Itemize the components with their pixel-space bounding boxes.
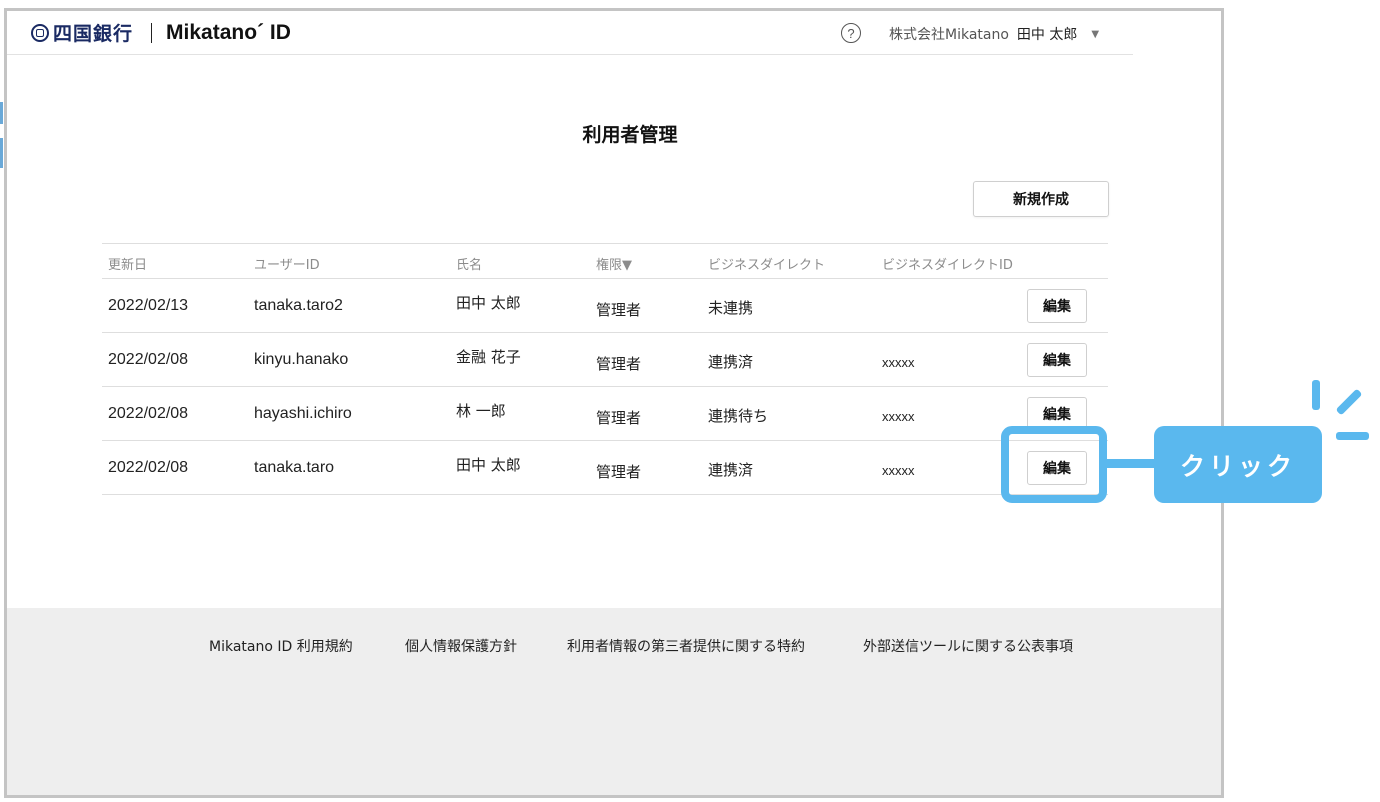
column-header-business-direct-id: ビジネスダイレクトID [882, 258, 1013, 273]
bank-logo-icon [31, 23, 49, 42]
cell-business-direct-id: xxxxx [882, 409, 915, 424]
cell-name: 田中 太郎 [456, 294, 521, 312]
cell-user-id: kinyu.hanako [254, 351, 349, 368]
click-callout: クリック [1154, 426, 1322, 503]
table-row: 2022/02/08 tanaka.taro 田中 太郎 管理者 連携済 xxx… [102, 441, 1108, 495]
cell-date: 2022/02/08 [108, 351, 189, 368]
account-menu[interactable]: 株式会社Mikatano 田中 太郎 ▼ [889, 24, 1099, 44]
cell-user-id: tanaka.taro2 [254, 297, 343, 314]
header-bar: 四国銀行 Mikatano´ ID ? 株式会社Mikatano 田中 太郎 ▼ [7, 11, 1133, 55]
column-header-date: 更新日 [108, 258, 148, 273]
brand[interactable]: 四国銀行 Mikatano´ ID [31, 19, 291, 46]
user-table: 更新日 ユーザーID 氏名 権限▼ ビジネスダイレクト ビジネスダイレクトID … [102, 243, 1108, 495]
sparkle-icon [1312, 380, 1320, 410]
help-icon[interactable]: ? [841, 23, 861, 43]
page-title: 利用者管理 [582, 124, 678, 146]
cell-role: 管理者 [596, 301, 642, 319]
bank-name: 四国銀行 [53, 23, 134, 45]
footer-link-privacy[interactable]: 個人情報保護方針 [405, 636, 517, 656]
cell-date: 2022/02/08 [108, 459, 189, 476]
footer-link-terms[interactable]: Mikatano ID 利用規約 [209, 636, 353, 656]
cell-business-direct: 連携済 [708, 353, 754, 371]
cell-name: 田中 太郎 [456, 456, 521, 474]
edit-button[interactable]: 編集 [1027, 289, 1087, 323]
cell-business-direct-id: xxxxx [882, 355, 915, 370]
product-name: Mikatano´ ID [166, 20, 291, 44]
table-row: 2022/02/08 kinyu.hanako 金融 花子 管理者 連携済 xx… [102, 333, 1108, 387]
cell-business-direct: 未連携 [708, 299, 754, 317]
cell-user-id: tanaka.taro [254, 459, 335, 476]
edit-button[interactable]: 編集 [1027, 343, 1087, 377]
edge-mark [0, 102, 3, 124]
column-header-business-direct: ビジネスダイレクト [708, 258, 826, 273]
table-row: 2022/02/13 tanaka.taro2 田中 太郎 管理者 未連携 編集 [102, 279, 1108, 333]
callout-connector [1107, 459, 1154, 468]
footer: Mikatano ID 利用規約 個人情報保護方針 利用者情報の第三者提供に関す… [7, 608, 1221, 795]
sparkle-icon [1335, 388, 1363, 416]
cell-role: 管理者 [596, 409, 642, 427]
company-name: 株式会社Mikatano [889, 27, 1009, 43]
footer-link-third-party[interactable]: 利用者情報の第三者提供に関する特約 [567, 636, 805, 656]
brand-divider [151, 22, 153, 43]
cell-business-direct: 連携済 [708, 461, 754, 479]
app-window: 四国銀行 Mikatano´ ID ? 株式会社Mikatano 田中 太郎 ▼… [4, 8, 1224, 798]
chevron-down-icon[interactable]: ▼ [1091, 29, 1099, 40]
cell-role: 管理者 [596, 463, 642, 481]
column-header-role[interactable]: 権限▼ [596, 254, 632, 273]
column-header-user-id: ユーザーID [254, 258, 320, 273]
edge-mark [0, 138, 3, 168]
column-header-name: 氏名 [456, 258, 483, 273]
table-row: 2022/02/08 hayashi.ichiro 林 一郎 管理者 連携待ち … [102, 387, 1108, 441]
footer-link-external-tools[interactable]: 外部送信ツールに関する公表事項 [863, 636, 1073, 656]
cell-date: 2022/02/13 [108, 297, 189, 314]
sparkle-icon [1336, 432, 1369, 440]
table-header: 更新日 ユーザーID 氏名 権限▼ ビジネスダイレクト ビジネスダイレクトID [102, 243, 1108, 279]
cell-date: 2022/02/08 [108, 405, 189, 422]
cell-name: 金融 花子 [456, 348, 521, 366]
cell-name: 林 一郎 [456, 402, 506, 420]
cell-user-id: hayashi.ichiro [254, 405, 352, 422]
user-name: 田中 太郎 [1016, 27, 1078, 43]
cell-business-direct-id: xxxxx [882, 463, 915, 478]
cell-role: 管理者 [596, 355, 642, 373]
click-highlight [1001, 426, 1107, 503]
create-user-button[interactable]: 新規作成 [973, 181, 1109, 217]
cell-business-direct: 連携待ち [708, 407, 769, 425]
